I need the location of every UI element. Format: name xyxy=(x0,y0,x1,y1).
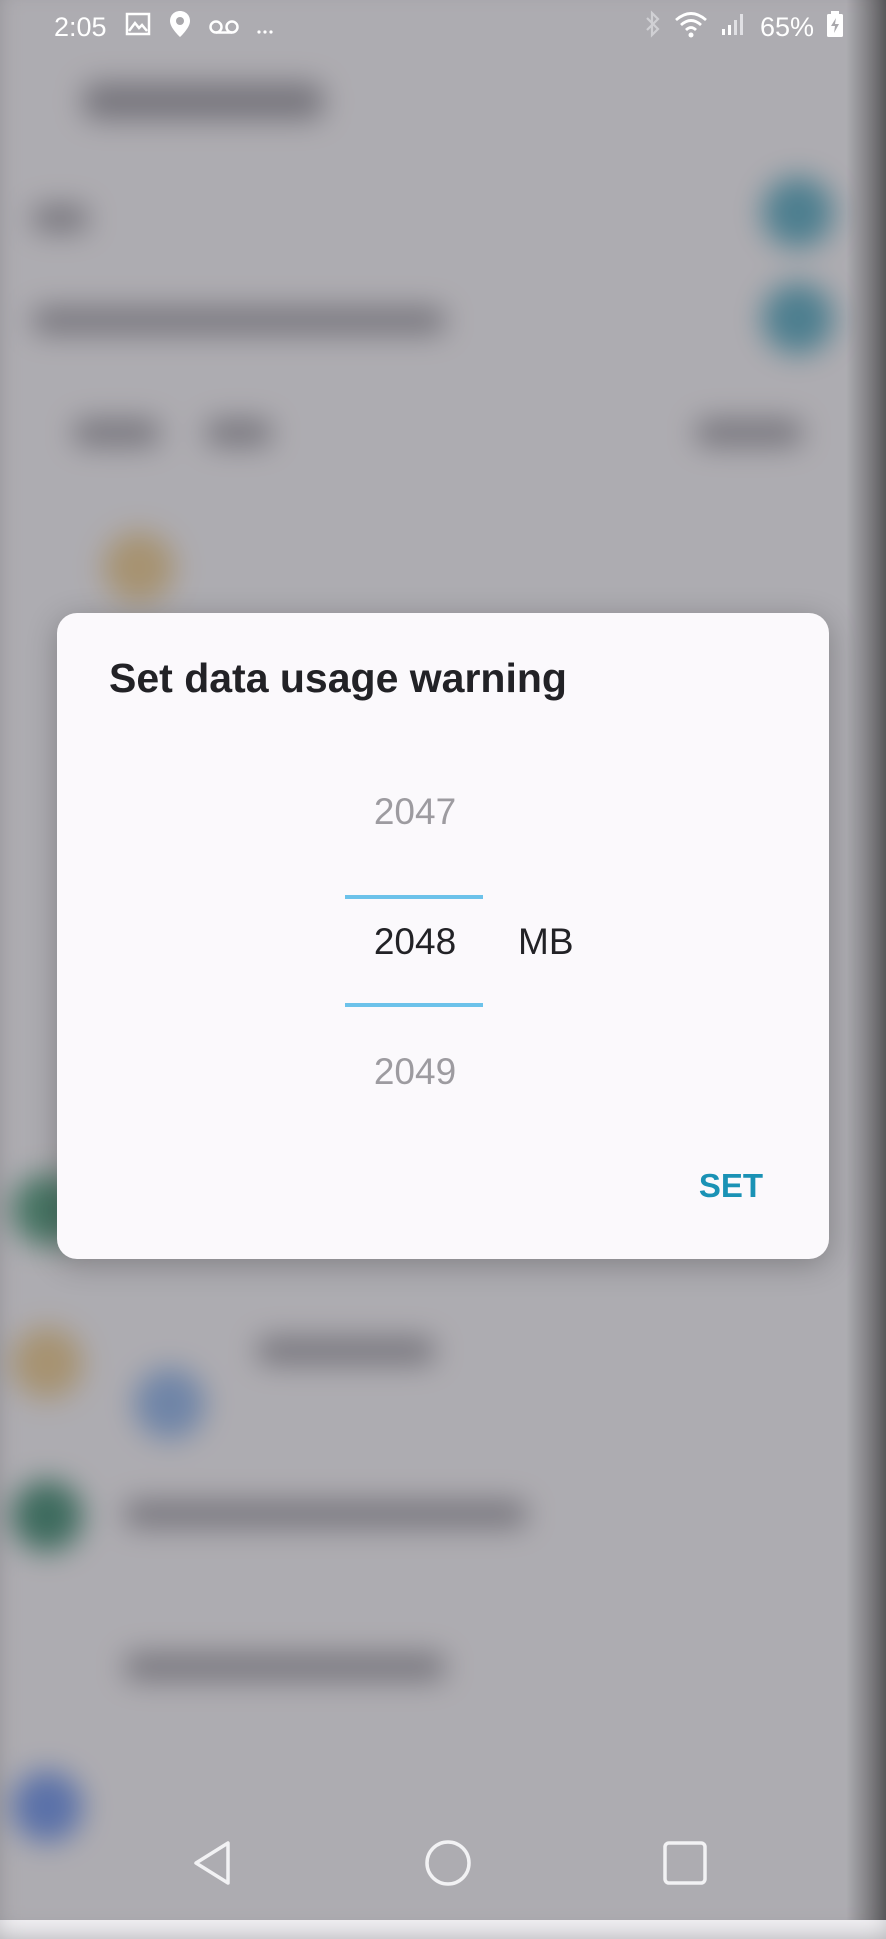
status-left: 2:05 xyxy=(54,10,273,45)
voicemail-icon xyxy=(208,12,239,43)
bluetooth-icon xyxy=(644,10,662,45)
status-time: 2:05 xyxy=(54,12,107,42)
dialog-title: Set data usage warning xyxy=(109,655,567,701)
set-button[interactable]: SET xyxy=(699,1167,763,1205)
back-icon[interactable] xyxy=(178,1828,248,1898)
image-icon xyxy=(125,12,151,43)
navigation-bar xyxy=(0,1808,886,1920)
unit-label: MB xyxy=(518,921,574,962)
picker-next-value[interactable]: 2049 xyxy=(345,1051,485,1093)
data-warning-dialog: Set data usage warning 2047 2048 2049 MB… xyxy=(57,613,829,1259)
battery-icon xyxy=(826,10,844,45)
number-picker[interactable]: 2047 2048 2049 xyxy=(345,743,485,1123)
battery-percent: 65% xyxy=(759,12,814,42)
picker-current-value[interactable]: 2048 xyxy=(345,921,485,963)
more-icon xyxy=(256,12,273,43)
recents-icon[interactable] xyxy=(650,1828,720,1898)
picker-top-divider xyxy=(345,895,483,899)
home-icon[interactable] xyxy=(413,1828,483,1898)
picker-previous-value[interactable]: 2047 xyxy=(345,791,485,833)
status-bar: 2:05 65% xyxy=(0,0,886,56)
edge-shadow xyxy=(846,0,886,1920)
location-icon xyxy=(169,10,191,45)
wifi-icon xyxy=(674,10,708,45)
signal-icon xyxy=(720,11,748,44)
picker-bottom-divider xyxy=(345,1003,483,1007)
status-right: 65% xyxy=(644,10,844,45)
